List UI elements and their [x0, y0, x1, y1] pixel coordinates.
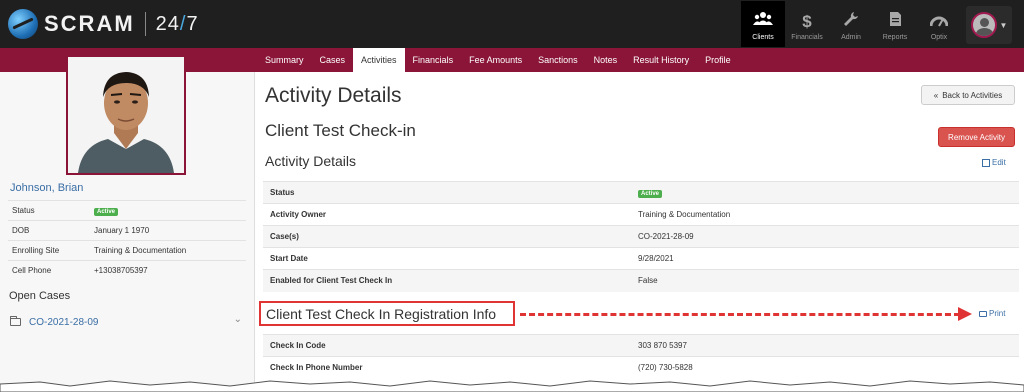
client-info-row: Enrolling Site Training & Documentation [8, 240, 246, 261]
status-badge: Active [94, 207, 119, 216]
open-cases-heading: Open Cases [9, 290, 71, 302]
caret-down-icon: ▼ [999, 20, 1008, 30]
details-label: Status [263, 181, 638, 204]
nav-clients[interactable]: Clients [741, 1, 785, 47]
client-field-label: DOB [8, 220, 94, 241]
gauge-icon [929, 13, 949, 30]
top-navbar: SCRAM 24/7 Clients $ Financials Admin Re… [0, 0, 1024, 48]
activity-name: Client Test Check-in [265, 121, 416, 140]
nav-financials[interactable]: $ Financials [785, 1, 829, 47]
wrench-icon [843, 11, 859, 30]
details-value: 9/28/2021 [638, 247, 1019, 270]
user-menu-button[interactable]: ▼ [966, 6, 1012, 44]
details-label: Start Date [263, 247, 638, 270]
client-field-value: Active [94, 200, 246, 221]
details-row: Case(s) CO-2021-28-09 [263, 225, 1019, 248]
details-label: Case(s) [263, 225, 638, 248]
details-label: Activity Owner [263, 203, 638, 226]
globe-logo-icon [8, 9, 38, 39]
details-value: Active [638, 181, 1019, 204]
print-label: Print [989, 309, 1006, 318]
details-value: CO-2021-28-09 [638, 225, 1019, 248]
registration-label: Check In Code [263, 334, 638, 357]
dollar-icon: $ [802, 12, 812, 31]
client-field-label: Cell Phone [8, 260, 94, 281]
activity-details-table: Status Active Activity Owner Training & … [263, 181, 1019, 292]
torn-edge-divider [0, 380, 1024, 392]
double-chevron-left-icon: « [933, 90, 939, 100]
page-title: Activity Details [265, 84, 402, 107]
client-photo [66, 55, 186, 175]
annotation-arrow-head-icon [958, 307, 972, 321]
details-label: Enabled for Client Test Check In [263, 269, 638, 292]
nav-admin-label: Admin [841, 34, 861, 41]
details-row: Enabled for Client Test Check In False [263, 269, 1019, 292]
details-row: Start Date 9/28/2021 [263, 247, 1019, 270]
registration-value: 303 870 5397 [638, 334, 1019, 357]
registration-row: Check In Code 303 870 5397 [263, 334, 1019, 357]
document-icon [889, 11, 902, 30]
client-tabs: Summary Cases Activities Financials Fee … [257, 48, 739, 72]
tab-activities[interactable]: Activities [353, 48, 405, 72]
nav-reports-label: Reports [882, 34, 908, 41]
open-case-link[interactable]: CO-2021-28-09 [29, 317, 98, 328]
nav-reports[interactable]: Reports [873, 1, 917, 47]
brand-logo[interactable]: SCRAM 24/7 [8, 8, 199, 40]
user-avatar-icon [970, 12, 997, 38]
brand-divider [144, 12, 146, 36]
client-info-row: Cell Phone +13038705397 [8, 260, 246, 281]
tab-financials[interactable]: Financials [405, 48, 462, 72]
details-row: Activity Owner Training & Documentation [263, 203, 1019, 226]
client-field-value: Training & Documentation [94, 240, 246, 261]
edit-label: Edit [992, 158, 1006, 167]
edit-icon [982, 158, 990, 167]
details-row: Status Active [263, 181, 1019, 204]
tab-notes[interactable]: Notes [586, 48, 626, 72]
details-value: False [638, 269, 1019, 292]
brand-suffix-7: 7 [186, 12, 199, 35]
back-to-activities-label: Back to Activities [942, 90, 1003, 100]
nav-clients-label: Clients [752, 34, 774, 41]
status-badge: Active [638, 189, 663, 198]
details-value: Training & Documentation [638, 203, 1019, 226]
edit-link[interactable]: Edit [982, 158, 1006, 167]
client-field-value: +13038705397 [94, 260, 246, 281]
client-field-value: January 1 1970 [94, 220, 246, 241]
main-nav: Clients $ Financials Admin Reports Optix [741, 0, 961, 48]
remove-activity-button[interactable]: Remove Activity [938, 127, 1015, 147]
nav-financials-label: Financials [791, 34, 823, 41]
chevron-down-icon[interactable]: ⌄ [234, 314, 242, 325]
tab-sanctions[interactable]: Sanctions [530, 48, 586, 72]
tab-summary[interactable]: Summary [257, 48, 312, 72]
tab-cases[interactable]: Cases [312, 48, 354, 72]
section-title: Activity Details [265, 153, 357, 169]
client-sidebar: Johnson, Brian Status Active DOB January… [0, 55, 255, 392]
brand-suffix: 24/7 [156, 13, 199, 36]
nav-optix[interactable]: Optix [917, 1, 961, 47]
back-to-activities-button[interactable]: « Back to Activities [921, 85, 1015, 105]
users-icon [753, 11, 773, 30]
printer-icon [979, 310, 987, 317]
client-field-label: Status [8, 200, 94, 221]
open-case-item[interactable]: CO-2021-28-09 ⌄ [10, 314, 246, 330]
tab-result-history[interactable]: Result History [625, 48, 697, 72]
nav-admin[interactable]: Admin [829, 1, 873, 47]
client-info-table: Status Active DOB January 1 1970 Enrolli… [8, 200, 246, 281]
nav-optix-label: Optix [930, 34, 948, 41]
registration-info-heading: Client Test Check In Registration Info [259, 301, 515, 326]
print-link[interactable]: Print [979, 309, 1005, 318]
tab-fee-amounts[interactable]: Fee Amounts [461, 48, 530, 72]
client-info-row: Status Active [8, 200, 246, 221]
client-name-link[interactable]: Johnson, Brian [10, 182, 83, 194]
brand-suffix-24: 24 [155, 12, 180, 35]
client-info-row: DOB January 1 1970 [8, 220, 246, 241]
annotation-arrow-line [520, 313, 960, 316]
folder-icon [10, 316, 21, 326]
client-field-label: Enrolling Site [8, 240, 94, 261]
brand-name: SCRAM [44, 11, 135, 36]
tab-profile[interactable]: Profile [697, 48, 739, 72]
